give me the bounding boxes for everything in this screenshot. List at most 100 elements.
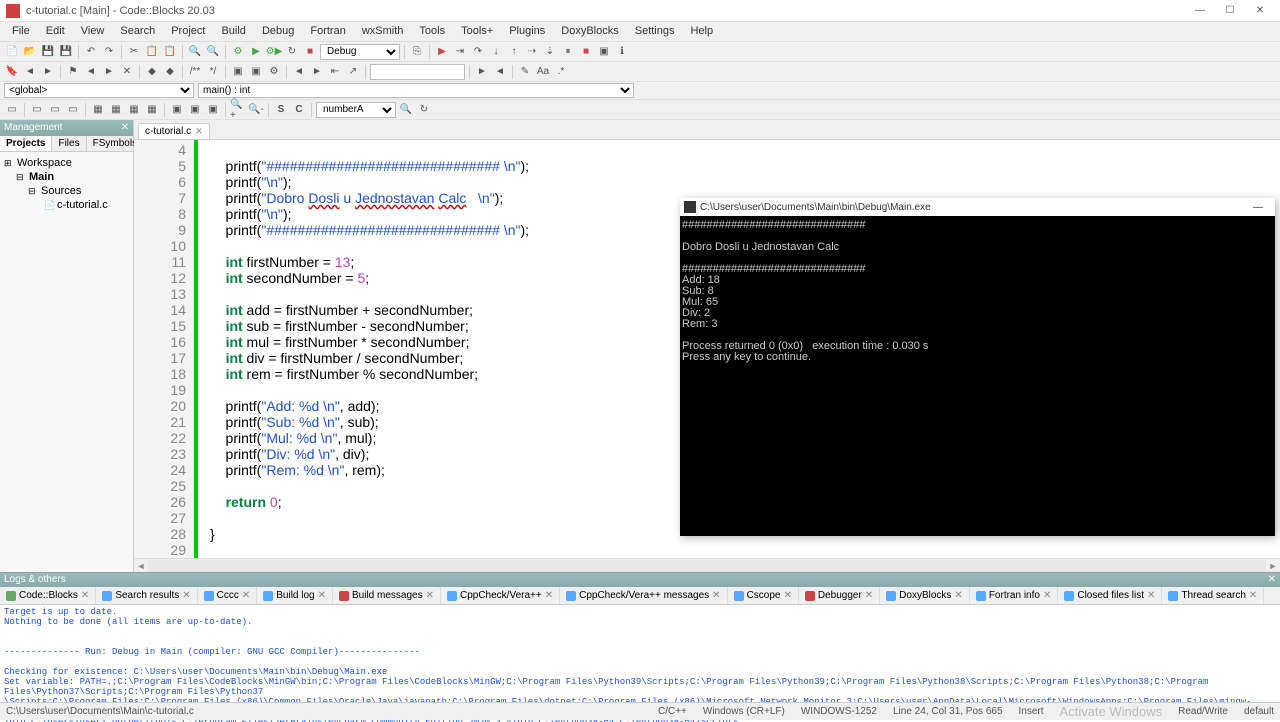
chk-icon[interactable]: C xyxy=(291,102,307,118)
unfold-icon[interactable]: ▣ xyxy=(187,102,203,118)
zoom-in-icon[interactable]: 🔍+ xyxy=(230,102,246,118)
replace-icon[interactable]: 🔍 xyxy=(205,44,221,60)
flag-prev-icon[interactable]: ◄ xyxy=(83,64,99,80)
zoom-out-icon[interactable]: 🔍- xyxy=(248,102,264,118)
log-tab-cppcheck-vera-[interactable]: CppCheck/Vera++✕ xyxy=(441,587,560,604)
tree-file[interactable]: c-tutorial.c xyxy=(57,199,108,211)
doxy-run-icon[interactable]: ▣ xyxy=(230,64,246,80)
run-to-cursor-icon[interactable]: ⇥ xyxy=(452,44,468,60)
flag-icon[interactable]: ⚑ xyxy=(65,64,81,80)
cut-icon[interactable]: ✂ xyxy=(126,44,142,60)
run-icon[interactable]: ▶ xyxy=(248,44,264,60)
debug-run-icon[interactable]: ▶ xyxy=(434,44,450,60)
symbol-select[interactable]: numberA xyxy=(316,102,396,118)
menu-help[interactable]: Help xyxy=(682,22,721,41)
editor-tab[interactable]: c-tutorial.c ✕ xyxy=(138,123,210,139)
flag-clear-icon[interactable]: ✕ xyxy=(119,64,135,80)
search-go-icon[interactable]: ► xyxy=(474,64,490,80)
paste-icon[interactable]: 📋 xyxy=(162,44,178,60)
highlight-icon[interactable]: ✎ xyxy=(517,64,533,80)
case-icon[interactable]: Aa xyxy=(535,64,551,80)
menu-build[interactable]: Build xyxy=(213,22,253,41)
build-icon[interactable]: ⚙ xyxy=(230,44,246,60)
fold-all-icon[interactable]: ▣ xyxy=(205,102,221,118)
tab-projects[interactable]: Projects xyxy=(0,136,52,151)
nav-back-icon[interactable]: ◄ xyxy=(291,64,307,80)
scope-func-select[interactable]: main() : int xyxy=(198,83,634,98)
log-tab-closed-files-list[interactable]: Closed files list✕ xyxy=(1058,587,1162,604)
tab-files[interactable]: Files xyxy=(52,136,86,151)
sel-brace-icon[interactable]: ▭ xyxy=(29,102,45,118)
break-icon[interactable]: ⏸ xyxy=(560,44,576,60)
log-tab-cppcheck-vera-messages[interactable]: CppCheck/Vera++ messages✕ xyxy=(560,587,727,604)
menu-fortran[interactable]: Fortran xyxy=(302,22,353,41)
close-button[interactable]: ✕ xyxy=(1246,2,1274,20)
management-close-icon[interactable]: ✕ xyxy=(121,122,129,134)
menu-tools+[interactable]: Tools+ xyxy=(453,22,501,41)
menu-search[interactable]: Search xyxy=(112,22,163,41)
new-file-icon[interactable]: 📄 xyxy=(4,44,20,60)
fold-icon[interactable]: ▣ xyxy=(169,102,185,118)
build-run-icon[interactable]: ⚙▶ xyxy=(266,44,282,60)
build-target-select[interactable]: Debug xyxy=(320,44,400,60)
menu-file[interactable]: File xyxy=(4,22,38,41)
copy-icon[interactable]: 📋 xyxy=(144,44,160,60)
stop-debug-icon[interactable]: ■ xyxy=(578,44,594,60)
log-tab-cccc[interactable]: Cccc✕ xyxy=(198,587,258,604)
log-tab-build-messages[interactable]: Build messages✕ xyxy=(333,587,441,604)
log-tab-thread-search[interactable]: Thread search✕ xyxy=(1162,587,1264,604)
scope-global-select[interactable]: <global> xyxy=(4,83,194,98)
bookmark-prev-icon[interactable]: ◄ xyxy=(22,64,38,80)
sel-line-icon[interactable]: ▭ xyxy=(47,102,63,118)
abort-icon[interactable]: ■ xyxy=(302,44,318,60)
menu-plugins[interactable]: Plugins xyxy=(501,22,553,41)
bookmark-toggle-icon[interactable]: 🔖 xyxy=(4,64,20,80)
tree-workspace[interactable]: Workspace xyxy=(17,157,72,169)
log-tab-fortran-info[interactable]: Fortran info✕ xyxy=(970,587,1059,604)
info-icon[interactable]: ℹ xyxy=(614,44,630,60)
redo-icon[interactable]: ↷ xyxy=(101,44,117,60)
maximize-button[interactable]: ☐ xyxy=(1216,2,1244,20)
regex-icon[interactable]: .* xyxy=(553,64,569,80)
src-fmt-icon[interactable]: S xyxy=(273,102,289,118)
flag-next-icon[interactable]: ► xyxy=(101,64,117,80)
symbol-go-icon[interactable]: 🔍 xyxy=(398,102,414,118)
open-icon[interactable]: 📂 xyxy=(22,44,38,60)
next-instr-icon[interactable]: ⇢ xyxy=(524,44,540,60)
tree-project[interactable]: Main xyxy=(29,171,54,183)
logs-close-icon[interactable]: ✕ xyxy=(1268,574,1276,586)
log-tab-cscope[interactable]: Cscope✕ xyxy=(728,587,799,604)
menu-edit[interactable]: Edit xyxy=(38,22,73,41)
doxy2-icon[interactable]: ◆ xyxy=(162,64,178,80)
log-tab-code-blocks[interactable]: Code::Blocks✕ xyxy=(0,587,96,604)
log-tab-debugger[interactable]: Debugger✕ xyxy=(799,587,880,604)
doxy-config-icon[interactable]: ⚙ xyxy=(266,64,282,80)
save-icon[interactable]: 💾 xyxy=(40,44,56,60)
nav-jump-icon[interactable]: ↗ xyxy=(345,64,361,80)
search-field[interactable] xyxy=(370,64,465,80)
doxy-html-icon[interactable]: ▣ xyxy=(248,64,264,80)
ws-icon[interactable]: ▦ xyxy=(90,102,106,118)
step-into-icon[interactable]: ↓ xyxy=(488,44,504,60)
comment-line-icon[interactable]: */ xyxy=(205,64,221,80)
guides-icon[interactable]: ▦ xyxy=(144,102,160,118)
menu-tools[interactable]: Tools xyxy=(411,22,453,41)
nav-last-icon[interactable]: ⇤ xyxy=(327,64,343,80)
undo-icon[interactable]: ↶ xyxy=(83,44,99,60)
log-tab-doxyblocks[interactable]: DoxyBlocks✕ xyxy=(880,587,970,604)
search-prev-icon[interactable]: ◄ xyxy=(492,64,508,80)
tab-close-icon[interactable]: ✕ xyxy=(195,126,203,137)
menu-settings[interactable]: Settings xyxy=(627,22,683,41)
console-minimize-icon[interactable]: — xyxy=(1245,202,1271,213)
editor-hscroll[interactable]: ◄► xyxy=(134,558,1280,572)
save-all-icon[interactable]: 💾 xyxy=(58,44,74,60)
tree-folder[interactable]: Sources xyxy=(41,185,81,197)
step-out-icon[interactable]: ↑ xyxy=(506,44,522,60)
comment-block-icon[interactable]: /** xyxy=(187,64,203,80)
menu-project[interactable]: Project xyxy=(163,22,213,41)
menu-view[interactable]: View xyxy=(73,22,113,41)
find-icon[interactable]: 🔍 xyxy=(187,44,203,60)
step-instr-icon[interactable]: ⇣ xyxy=(542,44,558,60)
menu-wxsmith[interactable]: wxSmith xyxy=(354,22,412,41)
doxy-icon[interactable]: ◆ xyxy=(144,64,160,80)
